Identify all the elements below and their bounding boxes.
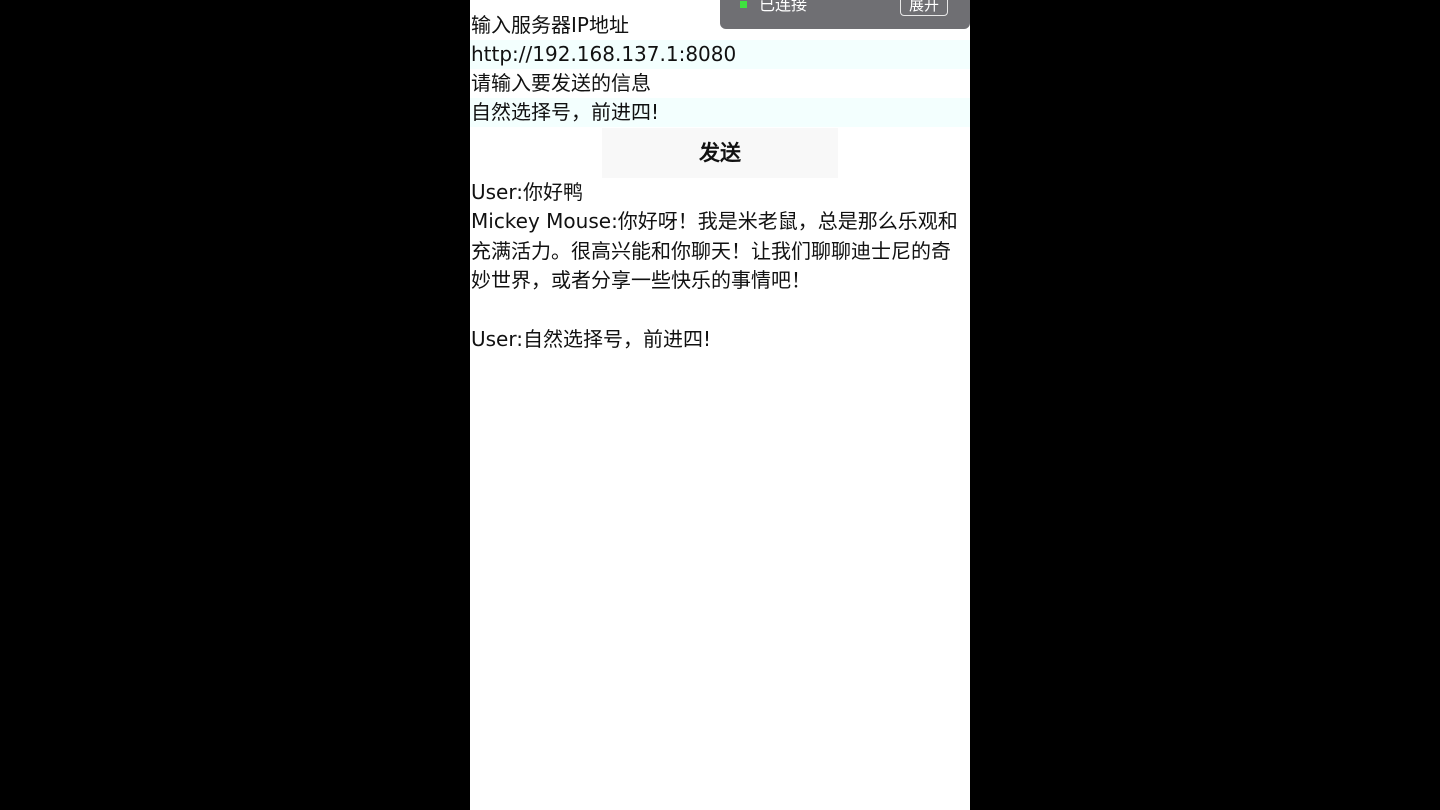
server-ip-label: 输入服务器IP地址 — [471, 13, 629, 37]
chat-message-user: User:自然选择号，前进四! — [471, 327, 711, 352]
chat-message-mickey: Mickey Mouse:你好呀！我是米老鼠，总是那么乐观和充满活力。很高兴能和… — [471, 209, 958, 293]
connected-indicator-icon — [740, 1, 747, 8]
app-screen: 输入服务器IP地址 http://192.168.137.1:8080 请输入要… — [470, 0, 970, 810]
connection-status: 已连接 — [759, 0, 808, 14]
chat-message-user: User:你好鸭 — [471, 180, 583, 204]
send-button[interactable]: 发送 — [602, 128, 838, 178]
message-input[interactable]: 自然选择号，前进四! — [470, 98, 970, 127]
chat-log: User:你好鸭 Mickey Mouse:你好呀！我是米老鼠，总是那么乐观和充… — [471, 178, 967, 354]
server-ip-input[interactable]: http://192.168.137.1:8080 — [470, 40, 970, 69]
expand-button[interactable]: 展开 — [900, 0, 948, 16]
message-label: 请输入要发送的信息 — [471, 71, 651, 95]
connection-notification: 已连接 展开 — [720, 0, 970, 29]
